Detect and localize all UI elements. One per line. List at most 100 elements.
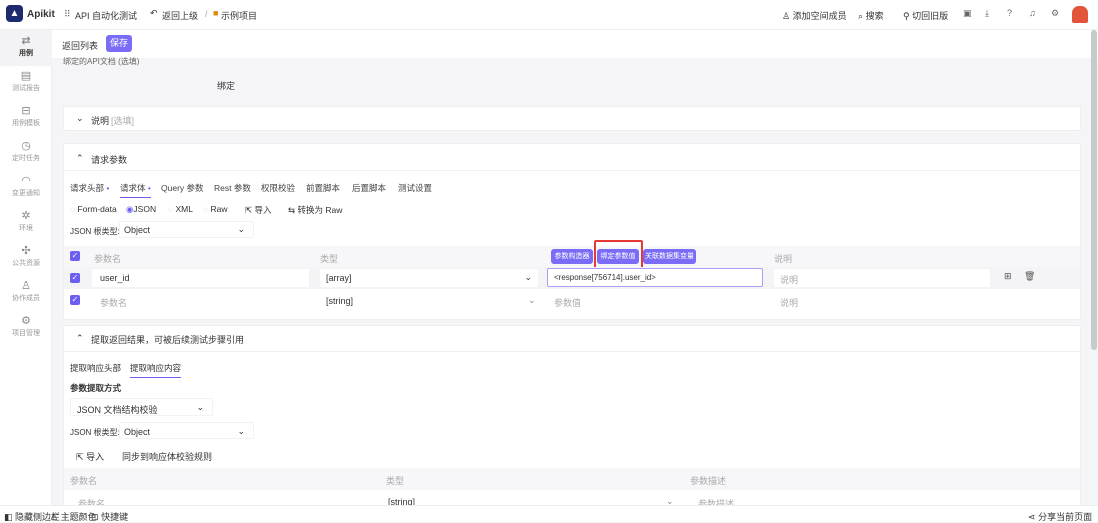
row-checkbox[interactable]: ✓ <box>70 295 80 305</box>
json-root-select[interactable]: Object ⌄ <box>119 221 254 238</box>
column-desc: 说明 <box>774 254 793 264</box>
tab-post-script[interactable]: 后置脚本 <box>352 182 386 194</box>
description-section[interactable]: ⌄ 说明 [选填] <box>63 106 1081 131</box>
report-icon: ▤ <box>20 70 32 82</box>
radio-json[interactable]: ◉JSON <box>126 204 156 215</box>
sidebar-label: 协作成员 <box>12 295 40 302</box>
tab-headers[interactable]: 请求头部 • <box>70 182 109 194</box>
param-builder-button[interactable]: 参数构造器 <box>551 249 593 264</box>
param-desc-input[interactable]: 说明 <box>774 269 990 287</box>
back-button[interactable]: 返回上级 <box>162 9 198 22</box>
back-list-button[interactable]: 返回列表 <box>62 39 98 52</box>
sidebar-label: 变更通知 <box>12 190 40 197</box>
import-button[interactable]: ⇱ 导入 <box>245 204 272 216</box>
tab-pre-script[interactable]: 前置脚本 <box>306 182 340 194</box>
tab-query[interactable]: Query 参数 <box>161 182 204 194</box>
column-name: 参数名 <box>70 476 98 486</box>
sidebar-label: 公共资源 <box>12 260 40 267</box>
input-value: user_id <box>100 273 130 283</box>
tab-auth[interactable]: 权限校验 <box>261 182 295 194</box>
bind-api-input[interactable] <box>63 74 207 93</box>
import-label: 导入 <box>86 452 105 462</box>
top-bar: ▲ Apikit ⠿ API 自动化测试 ↶ 返回上级 / ■ 示例项目 ♙ 添… <box>0 0 1098 30</box>
radio-label: JSON <box>133 204 157 214</box>
select-value: [array] <box>326 273 352 283</box>
radio-raw[interactable]: ○ Raw <box>203 204 228 214</box>
radio-xml[interactable]: ○ XML <box>168 204 193 214</box>
column-name: 参数名 <box>94 254 122 264</box>
sidebar-item-environment[interactable]: ✲ 环境 <box>0 210 52 233</box>
sidebar-item-members[interactable]: ♙ 协作成员 <box>0 280 52 303</box>
bell-icon[interactable]: ♫ <box>1029 8 1036 18</box>
sidebar-item-project[interactable]: ⚙ 项目管理 <box>0 315 52 338</box>
convert-icon: ⇆ <box>288 205 296 215</box>
add-member-button[interactable]: ♙ 添加空间成员 <box>782 9 847 22</box>
search-label: 搜索 <box>865 11 884 21</box>
apikit-logo[interactable]: ▲ <box>6 5 23 22</box>
add-row-icon[interactable]: ⊞ <box>1004 271 1012 282</box>
param-name-input[interactable]: 参数名 <box>100 296 127 309</box>
table-row: ✓ 参数名 [string] ⌄ 参数值 说明 <box>64 289 1080 311</box>
share-page-button[interactable]: ⋖ 分享当前页面 <box>1028 510 1092 523</box>
chevron-up-icon[interactable]: ⌃ <box>76 153 84 164</box>
select-all-checkbox[interactable]: ✓ <box>70 251 80 261</box>
settings-icon[interactable]: ⚙ <box>1051 8 1059 19</box>
bind-button[interactable]: 绑定 <box>217 79 235 92</box>
convert-raw-button[interactable]: ⇆ 转换为 Raw <box>288 204 342 216</box>
column-type: 类型 <box>320 254 339 264</box>
avatar[interactable] <box>1072 6 1088 23</box>
extract-method-select[interactable]: JSON 文档结构校验 ⌄ <box>70 398 213 416</box>
param-value-input[interactable]: 参数值 <box>554 296 581 309</box>
timer-icon: ◷ <box>21 140 31 152</box>
tab-body[interactable]: 请求体 • <box>120 182 151 198</box>
chevron-up-icon[interactable]: ⌃ <box>76 333 84 344</box>
shortcuts-button[interactable]: ⊡ 快捷键 <box>91 510 128 523</box>
import-button[interactable]: ⇱ 导入 <box>76 450 104 463</box>
tab-rest[interactable]: Rest 参数 <box>214 182 251 194</box>
save-button[interactable]: 保存 <box>106 35 132 52</box>
chevron-down-icon: ⌄ <box>528 295 536 305</box>
row-checkbox[interactable]: ✓ <box>70 273 80 283</box>
sidebar-icon: ◧ <box>4 512 13 522</box>
tab-response-headers[interactable]: 提取响应头部 <box>70 362 121 374</box>
param-desc-input[interactable]: 说明 <box>780 296 798 309</box>
request-title: 请求参数 <box>91 155 128 165</box>
share-icon: ⋖ <box>1028 512 1036 522</box>
project-name[interactable]: 示例项目 <box>221 9 257 22</box>
dataset-variable-button[interactable]: 关联数据集变量 <box>643 249 696 264</box>
old-version-button[interactable]: ⚲ 切回旧版 <box>903 9 948 22</box>
sidebar-item-resources[interactable]: ✣ 公共资源 <box>0 245 52 268</box>
import-label: 导入 <box>254 205 272 215</box>
sidebar-item-templates[interactable]: ⊟ 用例模板 <box>0 105 52 128</box>
trash-icon[interactable]: 🗑 <box>1024 271 1035 282</box>
chevron-down-icon: ⌄ <box>196 402 204 412</box>
param-type-select[interactable]: [array] ⌄ <box>320 269 538 287</box>
module-title[interactable]: API 自动化测试 <box>75 9 137 22</box>
param-type-select[interactable]: [string] <box>326 296 353 306</box>
scrollbar[interactable] <box>1091 30 1097 350</box>
sidebar-item-notifications[interactable]: ◠ 变更通知 <box>0 175 52 198</box>
tab-response-body[interactable]: 提取响应内容 <box>130 362 182 378</box>
tab-test-settings[interactable]: 测试设置 <box>398 182 432 194</box>
sidebar-label: 用例模板 <box>12 120 40 127</box>
sync-rules-button[interactable]: 同步到响应体校验规则 <box>122 450 212 463</box>
help-icon[interactable]: ? <box>1007 8 1012 18</box>
sidebar-item-scheduled[interactable]: ◷ 定时任务 <box>0 140 52 163</box>
add-member-label: 添加空间成员 <box>792 11 847 21</box>
param-name-input[interactable]: user_id <box>92 269 309 287</box>
download-icon[interactable]: ⤓ <box>985 8 989 19</box>
sidebar-item-cases[interactable]: ⇄ 用例 <box>0 30 52 66</box>
calendar-icon[interactable]: ▣ <box>963 8 972 19</box>
sidebar-item-reports[interactable]: ▤ 测试报告 <box>0 70 52 93</box>
convert-label: 转换为 Raw <box>297 205 343 215</box>
radio-form-data[interactable]: ○ Form-data <box>70 204 117 214</box>
search-button[interactable]: ⌕ 搜索 <box>858 9 884 22</box>
footer-label: 分享当前页面 <box>1038 512 1093 522</box>
param-value-input[interactable]: <response[756714].user_id> <box>547 268 763 287</box>
grid-icon[interactable]: ⠿ <box>64 9 71 20</box>
json-root-select[interactable]: Object ⌄ <box>119 422 254 439</box>
members-icon: ♙ <box>21 280 31 292</box>
input-value: <response[756714].user_id> <box>554 273 656 282</box>
theme-button[interactable]: ♙ 主题颜色 <box>50 510 97 523</box>
breadcrumb-sep: / <box>205 9 208 19</box>
